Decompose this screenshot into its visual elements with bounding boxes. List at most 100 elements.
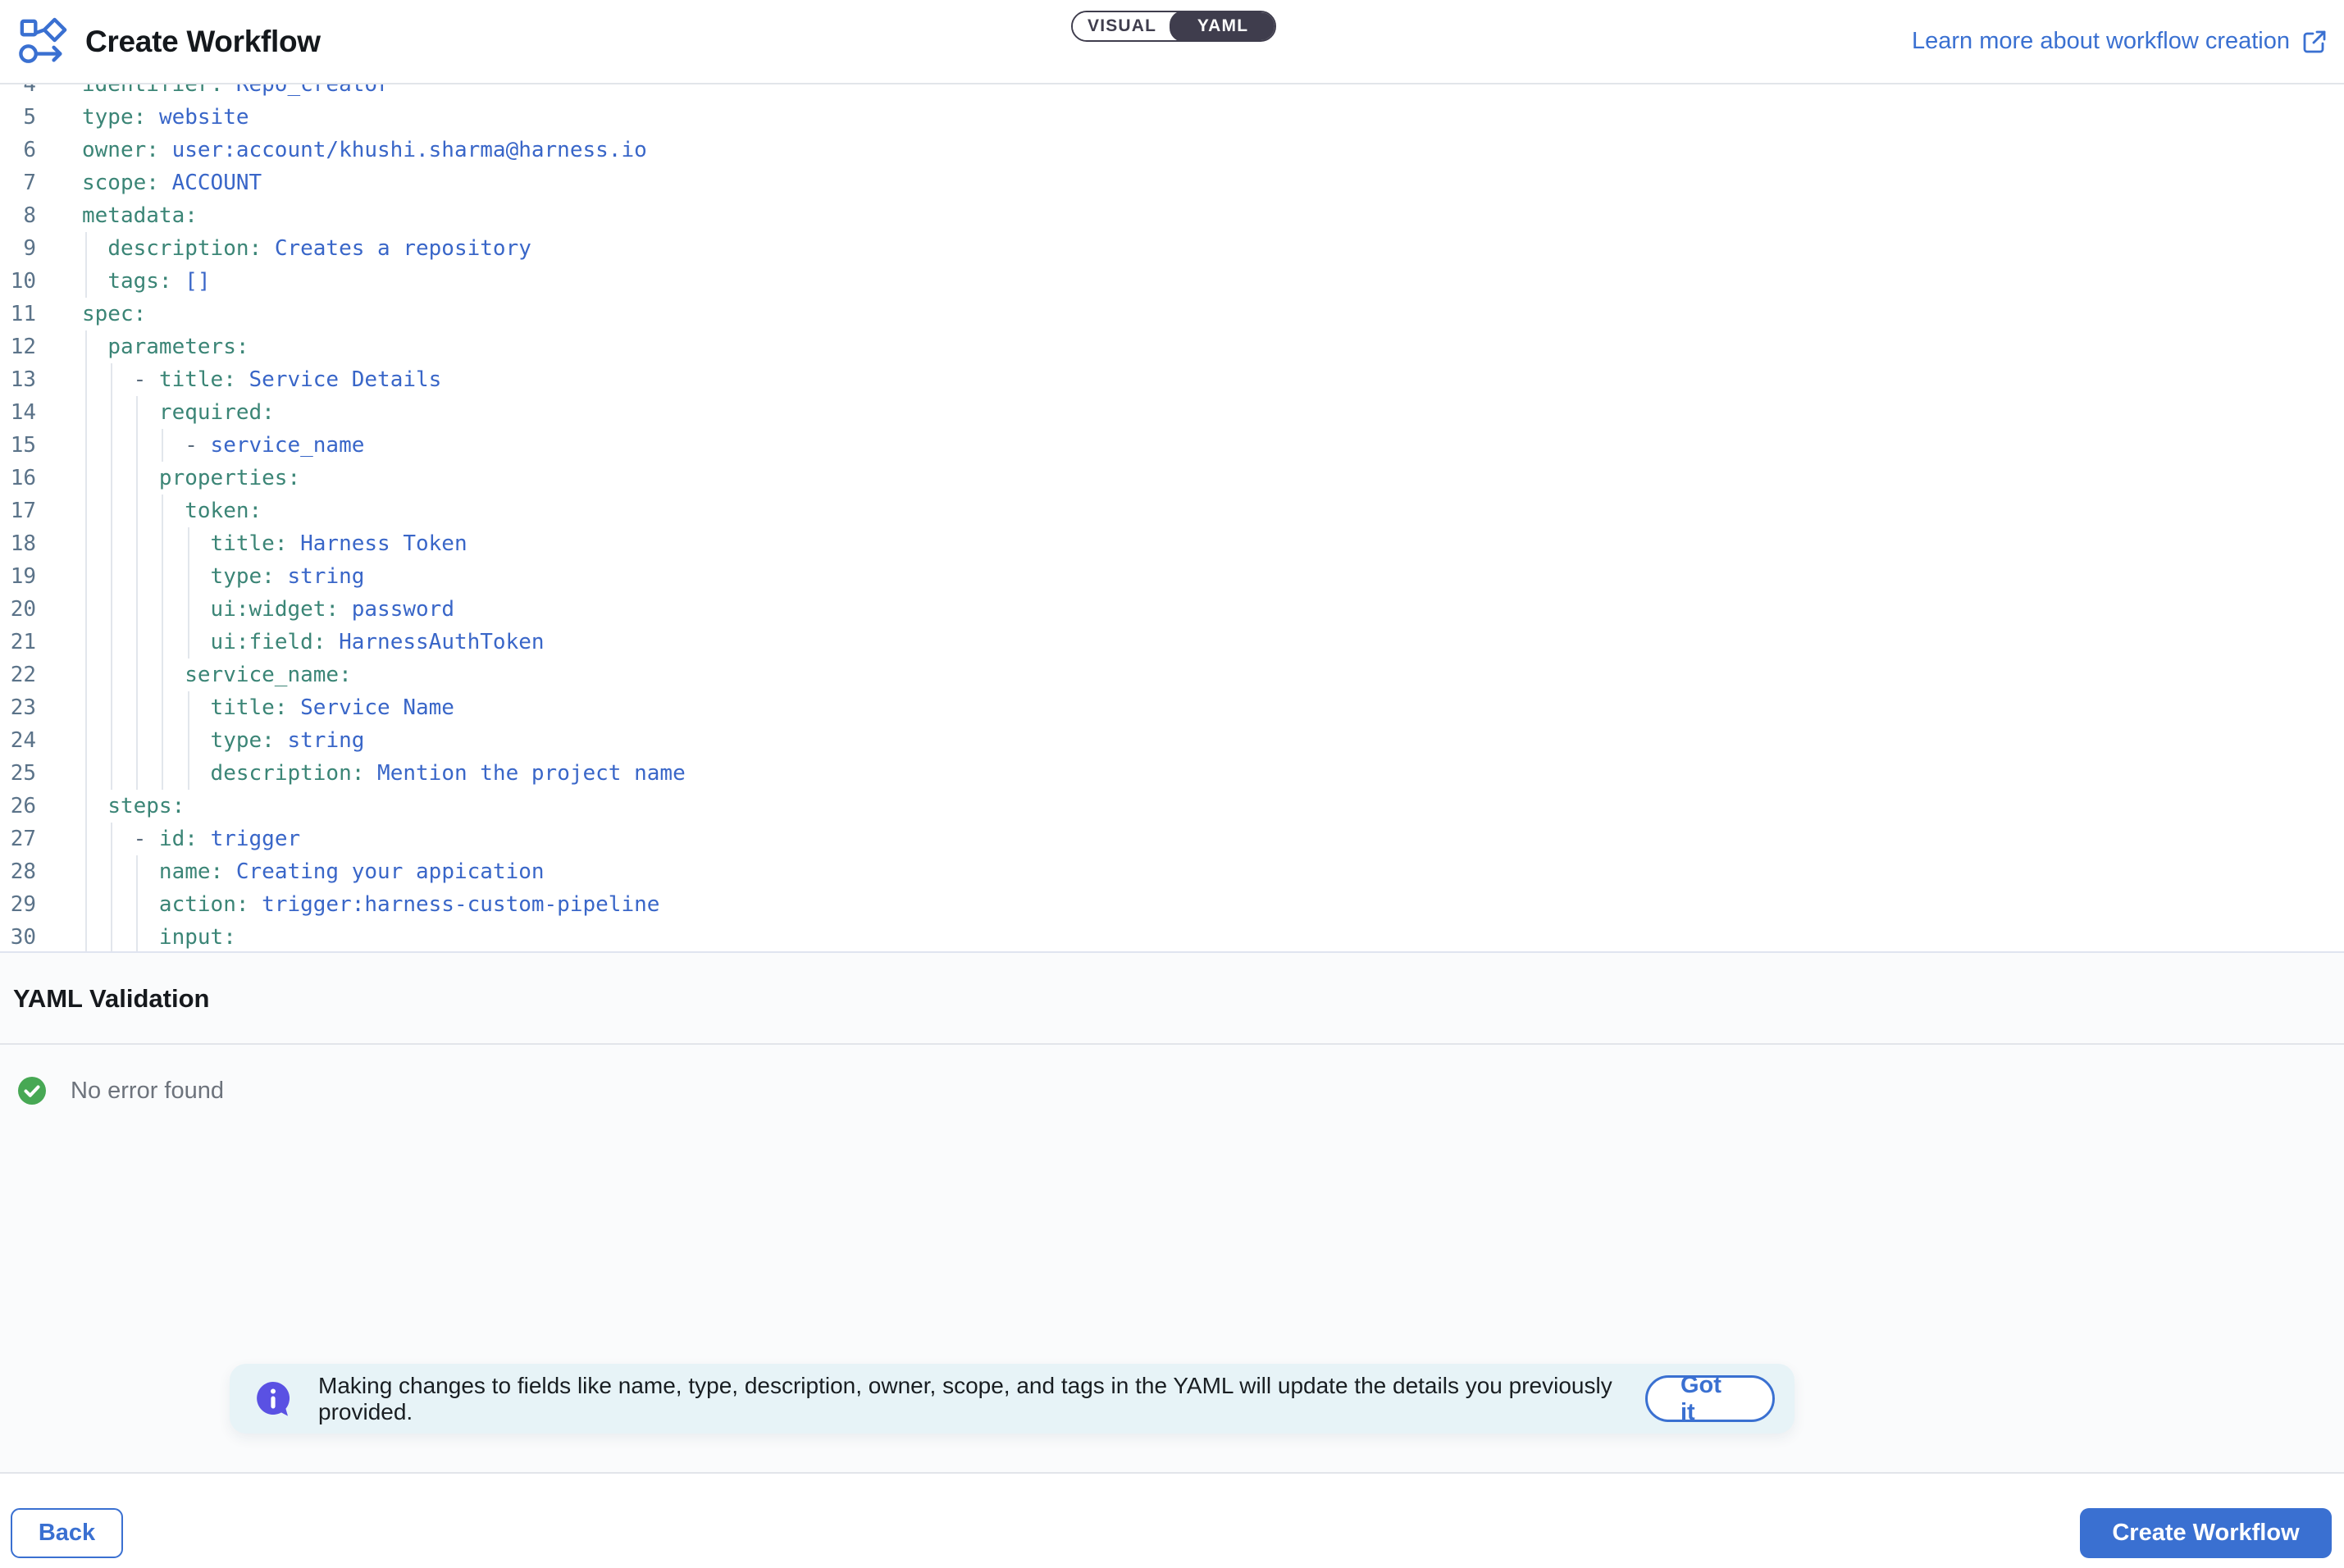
code-line[interactable]: 29 action: trigger:harness-custom-pipeli… [0, 888, 2344, 921]
code-text: identifier: Repo_creator [82, 84, 390, 101]
code-text: metadata: [82, 199, 198, 232]
code-line[interactable]: 15 - service_name [0, 429, 2344, 462]
code-text: type: website [82, 101, 249, 134]
page-title: Create Workflow [85, 25, 321, 59]
indent-guide [85, 626, 87, 659]
info-banner: Making changes to fields like name, type… [230, 1364, 1794, 1434]
validation-status-row: No error found [18, 1074, 224, 1107]
code-line[interactable]: 22 service_name: [0, 659, 2344, 691]
indent-guide [188, 691, 189, 724]
indent-guide [162, 593, 163, 626]
indent-guide [111, 527, 112, 560]
code-line[interactable]: 11spec: [0, 298, 2344, 330]
indent-guide [162, 724, 163, 757]
indent-guide [136, 855, 138, 888]
indent-guide [111, 921, 112, 953]
validation-status-text: No error found [71, 1078, 224, 1105]
indent-guide [188, 527, 189, 560]
indent-guide [188, 560, 189, 593]
line-number: 29 [0, 888, 36, 921]
code-line[interactable]: 13 - title: Service Details [0, 363, 2344, 396]
code-line[interactable]: 9 description: Creates a repository [0, 232, 2344, 265]
code-line[interactable]: 8metadata: [0, 199, 2344, 232]
toggle-visual[interactable]: VISUAL [1073, 12, 1171, 40]
code-line[interactable]: 12 parameters: [0, 330, 2344, 363]
indent-guide [162, 691, 163, 724]
code-text: - service_name [82, 429, 364, 462]
indent-guide [136, 396, 138, 429]
indent-guide [162, 626, 163, 659]
indent-guide [136, 495, 138, 527]
back-button[interactable]: Back [11, 1508, 123, 1558]
code-line[interactable]: 27 - id: trigger [0, 823, 2344, 855]
indent-guide [85, 691, 87, 724]
indent-guide [85, 790, 87, 823]
indent-guide [111, 659, 112, 691]
indent-guide [85, 560, 87, 593]
info-bubble-icon [254, 1380, 292, 1418]
page-footer: Back Create Workflow [0, 1472, 2344, 1568]
code-text: description: Creates a repository [82, 232, 531, 265]
yaml-editor[interactable]: 4identifier: Repo_creator5type: website6… [0, 84, 2344, 953]
indent-guide [136, 659, 138, 691]
indent-guide [85, 757, 87, 790]
success-check-icon [18, 1077, 46, 1105]
external-link-icon [2301, 29, 2328, 55]
indent-guide [111, 462, 112, 495]
indent-guide [162, 495, 163, 527]
indent-guide [85, 462, 87, 495]
line-number: 26 [0, 790, 36, 823]
code-line[interactable]: 30 input: [0, 921, 2344, 953]
learn-more-link[interactable]: Learn more about workflow creation [1912, 0, 2328, 83]
code-text: owner: user:account/khushi.sharma@harnes… [82, 134, 647, 166]
code-line[interactable]: 5type: website [0, 101, 2344, 134]
code-text: tags: [] [82, 265, 211, 298]
code-line[interactable]: 6owner: user:account/khushi.sharma@harne… [0, 134, 2344, 166]
code-text: parameters: [82, 330, 249, 363]
code-line[interactable]: 24 type: string [0, 724, 2344, 757]
line-number: 9 [0, 232, 36, 265]
indent-guide [111, 396, 112, 429]
line-number: 16 [0, 462, 36, 495]
code-line[interactable]: 21 ui:field: HarnessAuthToken [0, 626, 2344, 659]
visual-yaml-toggle[interactable]: VISUAL YAML [1071, 11, 1276, 42]
toggle-yaml[interactable]: YAML [1170, 11, 1276, 42]
code-line[interactable]: 18 title: Harness Token [0, 527, 2344, 560]
code-text: scope: ACCOUNT [82, 166, 262, 199]
indent-guide [85, 429, 87, 462]
code-line[interactable]: 26 steps: [0, 790, 2344, 823]
code-line[interactable]: 17 token: [0, 495, 2344, 527]
code-text: properties: [82, 462, 300, 495]
code-line[interactable]: 23 title: Service Name [0, 691, 2344, 724]
code-text: - id: trigger [82, 823, 300, 855]
line-number: 30 [0, 921, 36, 953]
indent-guide [85, 888, 87, 921]
code-line[interactable]: 10 tags: [] [0, 265, 2344, 298]
line-number: 18 [0, 527, 36, 560]
indent-guide [136, 921, 138, 953]
indent-guide [136, 757, 138, 790]
line-number: 23 [0, 691, 36, 724]
line-number: 27 [0, 823, 36, 855]
indent-guide [136, 462, 138, 495]
line-number: 22 [0, 659, 36, 691]
indent-guide [85, 724, 87, 757]
code-line[interactable]: 4identifier: Repo_creator [0, 84, 2344, 101]
code-line[interactable]: 16 properties: [0, 462, 2344, 495]
code-line[interactable]: 25 description: Mention the project name [0, 757, 2344, 790]
code-line[interactable]: 19 type: string [0, 560, 2344, 593]
line-number: 28 [0, 855, 36, 888]
code-line[interactable]: 7scope: ACCOUNT [0, 166, 2344, 199]
code-line[interactable]: 14 required: [0, 396, 2344, 429]
indent-guide [162, 429, 163, 462]
indent-guide [162, 659, 163, 691]
indent-guide [136, 560, 138, 593]
indent-guide [85, 593, 87, 626]
got-it-button[interactable]: Got it [1645, 1375, 1775, 1422]
indent-guide [111, 823, 112, 855]
create-workflow-button[interactable]: Create Workflow [2080, 1508, 2332, 1558]
code-line[interactable]: 20 ui:widget: password [0, 593, 2344, 626]
indent-guide [85, 232, 87, 265]
code-line[interactable]: 28 name: Creating your appication [0, 855, 2344, 888]
indent-guide [85, 396, 87, 429]
